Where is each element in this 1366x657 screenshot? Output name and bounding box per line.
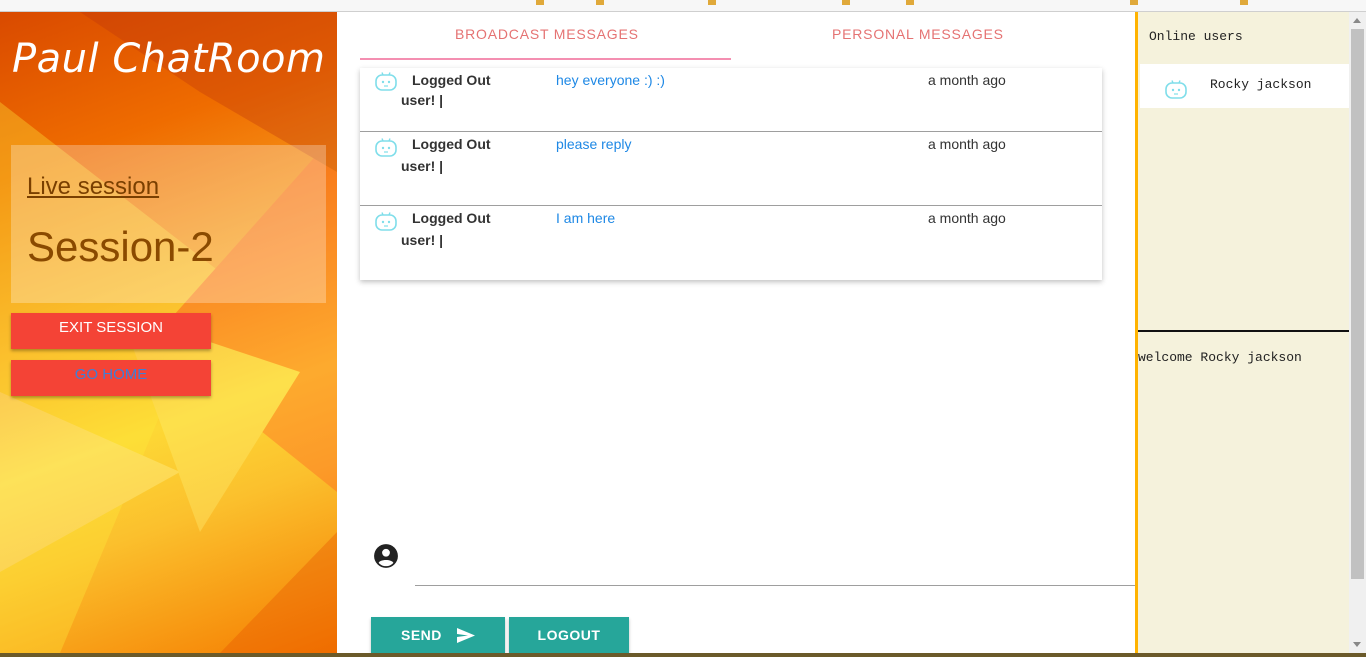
page-scrollbar[interactable]: [1349, 12, 1366, 653]
scroll-down-arrow-icon[interactable]: [1353, 642, 1361, 647]
message-text: please reply: [556, 136, 632, 152]
online-users-title: Online users: [1149, 29, 1243, 44]
session-sidebar: Paul ChatRoom Live session Session-2 EXI…: [0, 12, 337, 653]
message-timestamp: a month ago: [928, 72, 1006, 88]
robot-avatar-icon: [375, 212, 397, 231]
session-card: Live session Session-2: [11, 145, 326, 303]
scrollbar-thumb[interactable]: [1351, 29, 1364, 579]
list-item: Logged Out user! | hey everyone :) :) a …: [360, 68, 1102, 132]
robot-avatar-icon: [1165, 80, 1187, 99]
message-tabs: BROADCAST MESSAGES PERSONAL MESSAGES: [360, 12, 1102, 60]
message-author-cont: user! |: [401, 158, 444, 174]
robot-avatar-icon: [375, 72, 397, 91]
live-session-link[interactable]: Live session: [27, 173, 159, 201]
logout-button[interactable]: LOGOUT: [509, 617, 629, 653]
exit-session-button[interactable]: EXIT SESSION: [11, 313, 211, 349]
message-list: Logged Out user! | hey everyone :) :) a …: [360, 68, 1102, 280]
send-icon: [457, 628, 475, 643]
go-home-button[interactable]: GO HOME: [11, 360, 211, 396]
welcome-message: welcome Rocky jackson: [1138, 350, 1302, 365]
taskbar-edge: [0, 653, 1366, 657]
list-item: Logged Out user! | I am here a month ago: [360, 206, 1102, 280]
online-user-item[interactable]: Rocky jackson: [1140, 64, 1350, 108]
robot-avatar-icon: [375, 138, 397, 157]
message-input[interactable]: [415, 585, 1135, 586]
message-author: Logged Out: [412, 136, 491, 152]
message-author-cont: user! |: [401, 92, 444, 108]
tab-personal-messages[interactable]: PERSONAL MESSAGES: [832, 26, 1004, 42]
send-button[interactable]: SEND: [371, 617, 505, 653]
panel-divider: [1138, 330, 1352, 332]
list-item: Logged Out user! | please reply a month …: [360, 132, 1102, 206]
message-author-cont: user! |: [401, 232, 444, 248]
online-user-name: Rocky jackson: [1210, 77, 1312, 92]
message-timestamp: a month ago: [928, 136, 1006, 152]
chat-main: BROADCAST MESSAGES PERSONAL MESSAGES Log…: [337, 12, 1135, 653]
message-text: I am here: [556, 210, 616, 226]
message-timestamp: a month ago: [928, 210, 1006, 226]
message-author: Logged Out: [412, 210, 491, 226]
online-users-panel: Online users Rocky jackson welcome Rocky…: [1135, 12, 1352, 653]
session-name: Session-2: [27, 223, 214, 270]
tab-broadcast-messages[interactable]: BROADCAST MESSAGES: [455, 26, 639, 42]
message-author: Logged Out: [412, 72, 491, 88]
browser-bookmarks-strip: [0, 0, 1366, 12]
active-tab-indicator: [360, 58, 731, 60]
scroll-up-arrow-icon[interactable]: [1353, 18, 1361, 23]
account-circle-icon: [374, 544, 398, 568]
app-brand-title: Paul ChatRoom: [12, 36, 326, 82]
message-text: hey everyone :) :): [556, 72, 665, 88]
send-button-label: SEND: [401, 627, 442, 643]
